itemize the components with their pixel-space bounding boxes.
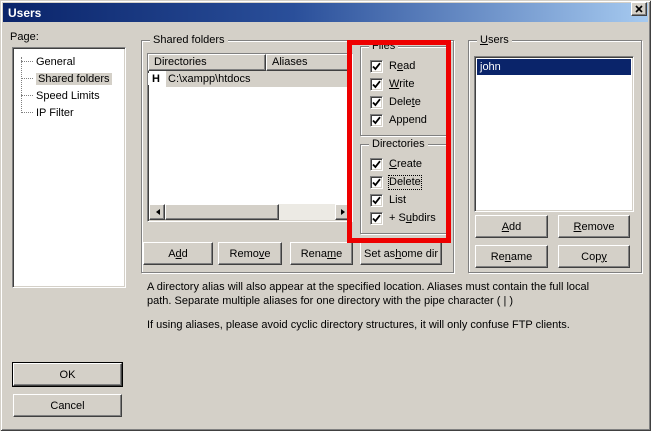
scroll-right-button[interactable] [335,204,351,220]
checkbox-delete-dirs-label: Delete [389,176,421,189]
checkbox-create[interactable] [370,158,383,171]
add-folder-button[interactable]: Add [143,242,213,265]
note-line-2: path. Separate multiple aliases for one … [147,295,513,307]
set-as-home-dir-button[interactable]: Set as home dir [360,242,442,265]
rename-folder-button[interactable]: Rename [290,242,353,265]
check-icon [372,62,381,71]
checkrow-read: Read [370,60,415,73]
window-title: Users [3,6,41,20]
checkbox-delete-files[interactable] [370,96,383,109]
note-line-3: If using aliases, please avoid cyclic di… [147,319,570,331]
sidebar-item-label: IP Filter [36,107,74,119]
checkbox-write-label: Write [389,78,414,91]
checkbox-list[interactable] [370,194,383,207]
checkbox-list-label: List [389,194,406,207]
triangle-right-icon [341,209,348,215]
titlebar[interactable]: Users [3,3,648,22]
checkbox-create-label: Create [389,158,422,171]
users-dialog: Users Page: General Shared folders Speed… [0,0,651,431]
sidebar-item-ip-filter[interactable]: IP Filter [13,104,125,121]
checkbox-delete-dirs[interactable] [370,176,383,189]
sidebar-item-shared-folders[interactable]: Shared folders [13,70,125,87]
sidebar-item-label: General [36,56,75,68]
directories-group-label: Directories [369,137,428,151]
column-header-aliases[interactable]: Aliases [266,54,352,71]
users-group-label: Users [477,33,512,47]
home-flag: H [148,73,166,85]
remove-folder-button[interactable]: Remove [218,242,282,265]
checkrow-create: Create [370,158,422,171]
checkbox-delete-files-label: Delete [389,96,421,109]
rename-user-button[interactable]: Rename [475,245,548,268]
directory-cell: C:\xampp\htdocs [166,71,352,87]
tree-leader [21,61,33,62]
sidebar-item-label-selected: Shared folders [36,73,112,85]
column-header-directories[interactable]: Directories [148,54,266,71]
remove-user-button[interactable]: Remove [558,215,630,238]
note-line-1: A directory alias will also appear at th… [147,281,589,293]
check-icon [372,98,381,107]
cancel-button[interactable]: Cancel [13,394,122,417]
close-icon [635,5,643,13]
checkbox-read-label: Read [389,60,415,73]
tree-leader [21,78,33,79]
checkrow-delete-files: Delete [370,96,421,109]
checkbox-append-label: Append [389,114,427,127]
checkbox-read[interactable] [370,60,383,73]
checkbox-subdirs-label: + Subdirs [389,212,436,225]
tree-leader [21,95,33,96]
triangle-left-icon [153,209,160,215]
check-icon [372,116,381,125]
checkrow-write: Write [370,78,414,91]
checkrow-list: List [370,194,406,207]
copy-user-button[interactable]: Copy [558,245,630,268]
checkbox-subdirs[interactable] [370,212,383,225]
files-group-label: Files [369,39,398,53]
sidebar-item-speed-limits[interactable]: Speed Limits [13,87,125,104]
checkrow-subdirs: + Subdirs [370,212,436,225]
close-button[interactable] [631,2,647,16]
scroll-left-button[interactable] [149,204,165,220]
checkbox-write[interactable] [370,78,383,91]
checkbox-append[interactable] [370,114,383,127]
check-icon [372,214,381,223]
page-label: Page: [10,31,39,43]
check-icon [372,80,381,89]
scrollbar-track[interactable] [279,204,335,220]
list-header: Directories Aliases [148,54,352,71]
tree-leader [21,112,33,113]
tree-lines [21,57,22,113]
check-icon [372,196,381,205]
table-row[interactable]: H C:\xampp\htdocs [148,71,352,87]
check-icon [372,160,381,169]
shared-folders-group-label: Shared folders [150,33,228,47]
list-item-user-john[interactable]: john [477,59,631,75]
checkrow-delete-dirs: Delete [370,176,421,189]
check-icon [372,178,381,187]
directories-list[interactable]: Directories Aliases H C:\xampp\htdocs [147,53,353,222]
users-list[interactable]: john [474,56,634,212]
scrollbar-thumb[interactable] [165,204,279,220]
add-user-button[interactable]: Add [475,215,548,238]
sidebar-item-label: Speed Limits [36,90,100,102]
sidebar-item-general[interactable]: General [13,53,125,70]
ok-button[interactable]: OK [13,363,122,386]
checkrow-append: Append [370,114,427,127]
horizontal-scrollbar[interactable] [149,204,351,220]
page-tree[interactable]: General Shared folders Speed Limits IP F… [12,47,126,288]
